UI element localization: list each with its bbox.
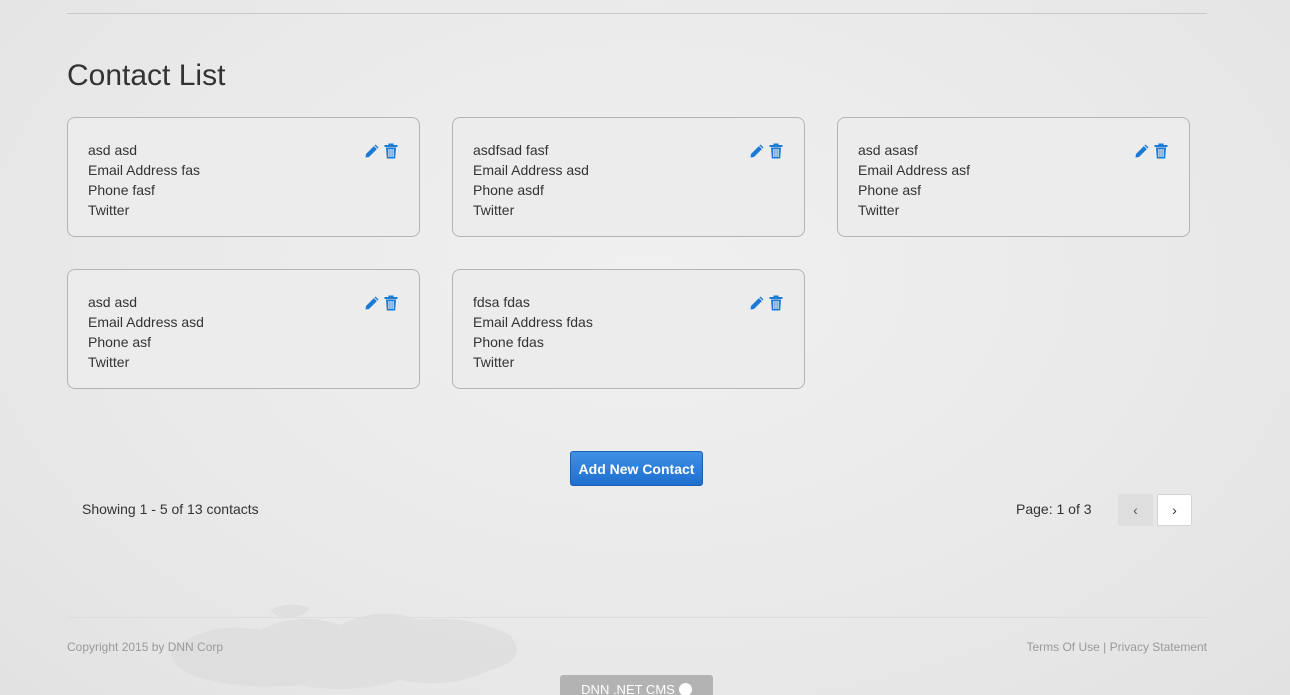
- page-title: Contact List: [67, 59, 226, 92]
- contact-email: Email Address fas: [88, 162, 201, 178]
- dnn-cms-badge[interactable]: DNN .NET CMS: [560, 675, 713, 695]
- contact-twitter: Twitter: [858, 202, 900, 218]
- contact-phone: Phone fasf: [88, 182, 155, 198]
- contact-card: asd asasf Email Address asf Phone asf Tw…: [837, 117, 1190, 237]
- copyright-text: Copyright 2015 by DNN Corp: [67, 640, 224, 654]
- arrow-right-circle-icon: [678, 683, 692, 695]
- dnn-badge-label: DNN .NET CMS: [581, 682, 675, 695]
- header-divider: [67, 13, 1207, 14]
- trash-icon[interactable]: [768, 143, 784, 159]
- pencil-icon[interactable]: [364, 295, 380, 311]
- privacy-statement-link[interactable]: Privacy Statement: [1110, 640, 1207, 654]
- contact-name: asdfsad fasf: [473, 142, 549, 158]
- previous-page-button[interactable]: ‹: [1118, 494, 1153, 526]
- contact-name: asd asd: [88, 294, 138, 310]
- trash-icon[interactable]: [768, 295, 784, 311]
- contact-email: Email Address fdas: [473, 314, 593, 330]
- terms-of-use-link[interactable]: Terms Of Use: [1026, 640, 1099, 654]
- contact-email: Email Address asf: [858, 162, 971, 178]
- pencil-icon[interactable]: [364, 143, 380, 159]
- contact-card: fdsa fdas Email Address fdas Phone fdas …: [452, 269, 805, 389]
- contact-name: asd asasf: [858, 142, 918, 158]
- contact-twitter: Twitter: [88, 202, 130, 218]
- contact-card: asdfsad fasf Email Address asd Phone asd…: [452, 117, 805, 237]
- pencil-icon[interactable]: [1134, 143, 1150, 159]
- footer-links: Terms Of Use | Privacy Statement: [1026, 640, 1207, 654]
- contact-card: asd asd Email Address fas Phone fasf Twi…: [67, 117, 420, 237]
- page-indicator: Page: 1 of 3: [1016, 501, 1092, 517]
- contact-phone: Phone fdas: [473, 334, 544, 350]
- contact-phone: Phone asf: [88, 334, 152, 350]
- contact-email: Email Address asd: [88, 314, 204, 330]
- pencil-icon[interactable]: [749, 143, 765, 159]
- footer-divider: [67, 617, 1207, 618]
- contact-twitter: Twitter: [473, 202, 515, 218]
- add-new-contact-button[interactable]: Add New Contact: [570, 451, 703, 486]
- contact-name: fdsa fdas: [473, 294, 530, 310]
- results-summary: Showing 1 - 5 of 13 contacts: [82, 501, 259, 517]
- contact-twitter: Twitter: [88, 354, 130, 370]
- contact-email: Email Address asd: [473, 162, 589, 178]
- footer-separator: |: [1103, 640, 1107, 654]
- contact-phone: Phone asdf: [473, 182, 544, 198]
- pencil-icon[interactable]: [749, 295, 765, 311]
- trash-icon[interactable]: [383, 143, 399, 159]
- contact-card: asd asd Email Address asd Phone asf Twit…: [67, 269, 420, 389]
- contact-phone: Phone asf: [858, 182, 922, 198]
- next-page-button[interactable]: ›: [1157, 494, 1192, 526]
- trash-icon[interactable]: [1153, 143, 1169, 159]
- contact-twitter: Twitter: [473, 354, 515, 370]
- contact-name: asd asd: [88, 142, 138, 158]
- trash-icon[interactable]: [383, 295, 399, 311]
